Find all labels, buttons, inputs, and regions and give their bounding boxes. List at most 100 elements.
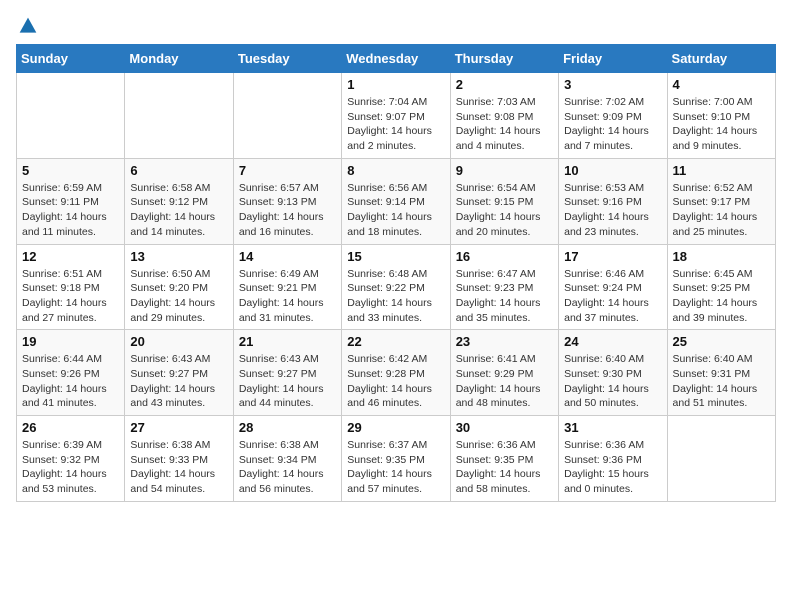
- day-info: Sunrise: 6:41 AMSunset: 9:29 PMDaylight:…: [456, 352, 553, 411]
- day-number: 5: [22, 163, 119, 178]
- day-number: 25: [673, 334, 770, 349]
- day-info: Sunrise: 6:40 AMSunset: 9:30 PMDaylight:…: [564, 352, 661, 411]
- calendar-cell: 2 Sunrise: 7:03 AMSunset: 9:08 PMDaylight…: [450, 73, 558, 159]
- day-number: 9: [456, 163, 553, 178]
- calendar-cell: 24 Sunrise: 6:40 AMSunset: 9:30 PMDayligh…: [559, 330, 667, 416]
- day-info: Sunrise: 6:40 AMSunset: 9:31 PMDaylight:…: [673, 352, 770, 411]
- day-of-week-header: Friday: [559, 45, 667, 73]
- day-number: 18: [673, 249, 770, 264]
- day-info: Sunrise: 6:58 AMSunset: 9:12 PMDaylight:…: [130, 181, 227, 240]
- calendar-week-row: 5 Sunrise: 6:59 AMSunset: 9:11 PMDaylight…: [17, 158, 776, 244]
- day-of-week-header: Tuesday: [233, 45, 341, 73]
- calendar-cell: 16 Sunrise: 6:47 AMSunset: 9:23 PMDayligh…: [450, 244, 558, 330]
- day-info: Sunrise: 6:46 AMSunset: 9:24 PMDaylight:…: [564, 267, 661, 326]
- calendar-cell: 28 Sunrise: 6:38 AMSunset: 9:34 PMDayligh…: [233, 416, 341, 502]
- day-number: 30: [456, 420, 553, 435]
- day-number: 11: [673, 163, 770, 178]
- calendar-cell: 20Sunrise: 6:43 AMSunset: 9:27 PMDayligh…: [125, 330, 233, 416]
- day-info: Sunrise: 6:47 AMSunset: 9:23 PMDaylight:…: [456, 267, 553, 326]
- day-info: Sunrise: 6:38 AMSunset: 9:34 PMDaylight:…: [239, 438, 336, 497]
- calendar-cell: [17, 73, 125, 159]
- calendar-cell: 23 Sunrise: 6:41 AMSunset: 9:29 PMDayligh…: [450, 330, 558, 416]
- day-number: 10: [564, 163, 661, 178]
- day-info: Sunrise: 7:03 AMSunset: 9:08 PMDaylight:…: [456, 95, 553, 154]
- day-number: 2: [456, 77, 553, 92]
- calendar-cell: 26Sunrise: 6:39 AMSunset: 9:32 PMDayligh…: [17, 416, 125, 502]
- day-number: 13: [130, 249, 227, 264]
- day-info: Sunrise: 6:53 AMSunset: 9:16 PMDaylight:…: [564, 181, 661, 240]
- calendar-cell: 19 Sunrise: 6:44 AMSunset: 9:26 PMDayligh…: [17, 330, 125, 416]
- calendar-cell: [125, 73, 233, 159]
- calendar-cell: 25 Sunrise: 6:40 AMSunset: 9:31 PMDayligh…: [667, 330, 775, 416]
- day-number: 17: [564, 249, 661, 264]
- calendar-cell: 22Sunrise: 6:42 AMSunset: 9:28 PMDayligh…: [342, 330, 450, 416]
- day-number: 16: [456, 249, 553, 264]
- calendar-week-row: 26Sunrise: 6:39 AMSunset: 9:32 PMDayligh…: [17, 416, 776, 502]
- day-info: Sunrise: 6:39 AMSunset: 9:32 PMDaylight:…: [22, 438, 119, 497]
- calendar-cell: 5 Sunrise: 6:59 AMSunset: 9:11 PMDaylight…: [17, 158, 125, 244]
- day-info: Sunrise: 6:50 AMSunset: 9:20 PMDaylight:…: [130, 267, 227, 326]
- day-info: Sunrise: 6:54 AMSunset: 9:15 PMDaylight:…: [456, 181, 553, 240]
- day-number: 28: [239, 420, 336, 435]
- calendar-cell: 3 Sunrise: 7:02 AMSunset: 9:09 PMDaylight…: [559, 73, 667, 159]
- day-of-week-header: Monday: [125, 45, 233, 73]
- day-info: Sunrise: 6:57 AMSunset: 9:13 PMDaylight:…: [239, 181, 336, 240]
- day-info: Sunrise: 6:59 AMSunset: 9:11 PMDaylight:…: [22, 181, 119, 240]
- calendar-cell: 6 Sunrise: 6:58 AMSunset: 9:12 PMDaylight…: [125, 158, 233, 244]
- calendar-cell: 14 Sunrise: 6:49 AMSunset: 9:21 PMDayligh…: [233, 244, 341, 330]
- day-number: 23: [456, 334, 553, 349]
- header: [16, 16, 776, 36]
- calendar-cell: 7 Sunrise: 6:57 AMSunset: 9:13 PMDaylight…: [233, 158, 341, 244]
- calendar-header-row: SundayMondayTuesdayWednesdayThursdayFrid…: [17, 45, 776, 73]
- day-info: Sunrise: 6:45 AMSunset: 9:25 PMDaylight:…: [673, 267, 770, 326]
- calendar-cell: [233, 73, 341, 159]
- calendar-cell: [667, 416, 775, 502]
- day-info: Sunrise: 7:00 AMSunset: 9:10 PMDaylight:…: [673, 95, 770, 154]
- day-of-week-header: Sunday: [17, 45, 125, 73]
- day-info: Sunrise: 6:38 AMSunset: 9:33 PMDaylight:…: [130, 438, 227, 497]
- day-info: Sunrise: 6:49 AMSunset: 9:21 PMDaylight:…: [239, 267, 336, 326]
- day-info: Sunrise: 6:48 AMSunset: 9:22 PMDaylight:…: [347, 267, 444, 326]
- day-number: 27: [130, 420, 227, 435]
- calendar-cell: 21 Sunrise: 6:43 AMSunset: 9:27 PMDayligh…: [233, 330, 341, 416]
- calendar-cell: 17 Sunrise: 6:46 AMSunset: 9:24 PMDayligh…: [559, 244, 667, 330]
- day-info: Sunrise: 6:56 AMSunset: 9:14 PMDaylight:…: [347, 181, 444, 240]
- day-number: 12: [22, 249, 119, 264]
- calendar-week-row: 1Sunrise: 7:04 AMSunset: 9:07 PMDaylight…: [17, 73, 776, 159]
- day-number: 14: [239, 249, 336, 264]
- day-number: 15: [347, 249, 444, 264]
- logo-icon: [18, 16, 38, 36]
- day-info: Sunrise: 6:37 AMSunset: 9:35 PMDaylight:…: [347, 438, 444, 497]
- calendar-cell: 18 Sunrise: 6:45 AMSunset: 9:25 PMDayligh…: [667, 244, 775, 330]
- day-number: 31: [564, 420, 661, 435]
- day-number: 19: [22, 334, 119, 349]
- calendar-cell: 13 Sunrise: 6:50 AMSunset: 9:20 PMDayligh…: [125, 244, 233, 330]
- day-info: Sunrise: 7:02 AMSunset: 9:09 PMDaylight:…: [564, 95, 661, 154]
- calendar-week-row: 19 Sunrise: 6:44 AMSunset: 9:26 PMDayligh…: [17, 330, 776, 416]
- calendar-cell: 8 Sunrise: 6:56 AMSunset: 9:14 PMDaylight…: [342, 158, 450, 244]
- calendar-cell: 29Sunrise: 6:37 AMSunset: 9:35 PMDayligh…: [342, 416, 450, 502]
- calendar-cell: 12 Sunrise: 6:51 AMSunset: 9:18 PMDayligh…: [17, 244, 125, 330]
- day-info: Sunrise: 6:44 AMSunset: 9:26 PMDaylight:…: [22, 352, 119, 411]
- calendar-week-row: 12 Sunrise: 6:51 AMSunset: 9:18 PMDayligh…: [17, 244, 776, 330]
- day-number: 8: [347, 163, 444, 178]
- day-of-week-header: Saturday: [667, 45, 775, 73]
- day-number: 7: [239, 163, 336, 178]
- calendar-cell: 9 Sunrise: 6:54 AMSunset: 9:15 PMDaylight…: [450, 158, 558, 244]
- day-number: 3: [564, 77, 661, 92]
- logo: [16, 16, 38, 36]
- day-number: 1: [347, 77, 444, 92]
- day-number: 6: [130, 163, 227, 178]
- day-info: Sunrise: 6:51 AMSunset: 9:18 PMDaylight:…: [22, 267, 119, 326]
- day-info: Sunrise: 6:43 AMSunset: 9:27 PMDaylight:…: [130, 352, 227, 411]
- day-number: 21: [239, 334, 336, 349]
- day-info: Sunrise: 6:43 AMSunset: 9:27 PMDaylight:…: [239, 352, 336, 411]
- calendar-cell: 15 Sunrise: 6:48 AMSunset: 9:22 PMDayligh…: [342, 244, 450, 330]
- day-info: Sunrise: 6:42 AMSunset: 9:28 PMDaylight:…: [347, 352, 444, 411]
- day-number: 24: [564, 334, 661, 349]
- calendar-cell: 11Sunrise: 6:52 AMSunset: 9:17 PMDayligh…: [667, 158, 775, 244]
- calendar-cell: 27 Sunrise: 6:38 AMSunset: 9:33 PMDayligh…: [125, 416, 233, 502]
- day-info: Sunrise: 6:36 AMSunset: 9:36 PMDaylight:…: [564, 438, 661, 497]
- calendar-cell: 30Sunrise: 6:36 AMSunset: 9:35 PMDayligh…: [450, 416, 558, 502]
- day-number: 4: [673, 77, 770, 92]
